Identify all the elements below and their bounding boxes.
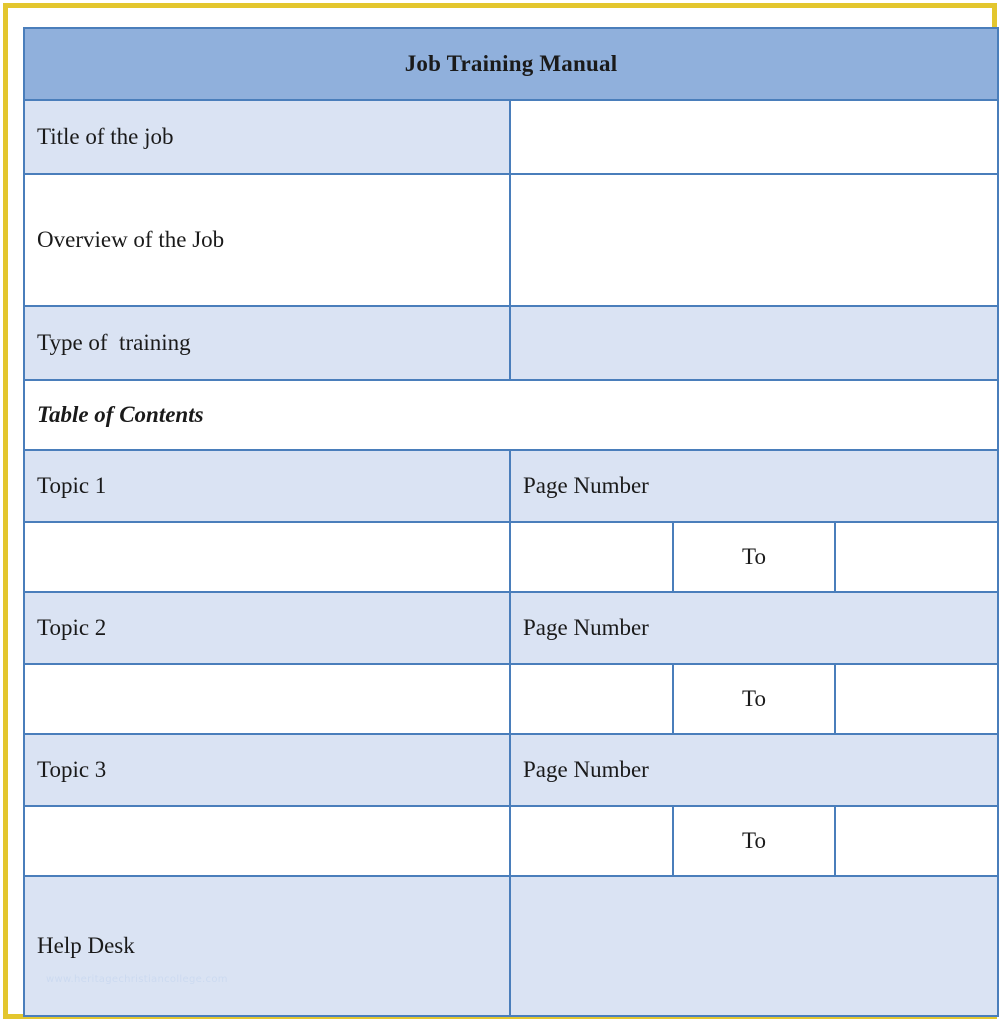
- table-row-topic-1-pages: To: [23, 521, 1000, 593]
- input-topic-3-title[interactable]: [23, 805, 511, 877]
- table-row-topic-3: Topic 3 Page Number: [23, 733, 1000, 807]
- label-topic-1-text: Topic 1: [37, 472, 107, 498]
- page-frame: Job Training Manual Title of the job Ove…: [3, 3, 1000, 1019]
- label-topic-1-to: To: [672, 521, 836, 593]
- table-row-topic-2: Topic 2 Page Number: [23, 591, 1000, 665]
- table-row-topic-3-pages: To: [23, 805, 1000, 877]
- job-training-manual-table: Job Training Manual Title of the job Ove…: [22, 27, 1000, 1017]
- table-row-overview-of-job: Overview of the Job: [23, 173, 1000, 307]
- label-topic-3-to-text: To: [742, 827, 766, 853]
- table-row-type-of-training: Type of training: [23, 305, 1000, 381]
- label-topic-2: Topic 2: [23, 591, 511, 665]
- label-topic-1: Topic 1: [23, 449, 511, 523]
- input-overview-of-job[interactable]: [508, 173, 1000, 307]
- input-topic-3-page-from[interactable]: [509, 805, 674, 877]
- label-type-of-training-text: Type of training: [37, 329, 191, 355]
- toc-heading: Table of Contents: [22, 379, 1000, 451]
- label-topic-1-page-number-text: Page Number: [523, 472, 649, 498]
- label-topic-3-to: To: [672, 805, 836, 877]
- label-topic-1-to-text: To: [742, 543, 766, 569]
- label-title-of-job-text: Title of the job: [37, 123, 174, 149]
- document-title: Job Training Manual: [22, 27, 1000, 101]
- label-topic-3-page-number-text: Page Number: [523, 756, 649, 782]
- table-row-title-of-job: Title of the job: [23, 99, 1000, 175]
- label-help-desk: Help Desk: [23, 875, 511, 1017]
- label-type-of-training: Type of training: [23, 305, 511, 381]
- table-row-topic-1: Topic 1 Page Number: [23, 449, 1000, 523]
- label-title-of-job: Title of the job: [23, 99, 511, 175]
- label-overview-of-job-text: Overview of the Job: [37, 226, 225, 252]
- label-topic-2-to-text: To: [742, 685, 766, 711]
- label-topic-2-to: To: [672, 663, 836, 735]
- label-help-desk-text: Help Desk: [37, 932, 135, 958]
- label-topic-3-page-number: Page Number: [508, 733, 1000, 807]
- table-row-title-banner: Job Training Manual: [22, 27, 1000, 101]
- input-type-of-training[interactable]: [508, 305, 1000, 381]
- table-row-topic-2-pages: To: [23, 663, 1000, 735]
- input-topic-3-page-until[interactable]: [833, 805, 1000, 877]
- label-topic-2-text: Topic 2: [37, 614, 107, 640]
- table-row-toc-heading: Table of Contents: [22, 379, 1000, 451]
- input-topic-1-title[interactable]: [23, 521, 511, 593]
- toc-heading-text: Table of Contents: [37, 401, 204, 427]
- table-row-help-desk: Help Desk: [23, 875, 1000, 1017]
- input-topic-1-page-from[interactable]: [509, 521, 674, 593]
- label-topic-2-page-number-text: Page Number: [523, 614, 649, 640]
- input-help-desk[interactable]: [508, 875, 1000, 1017]
- label-overview-of-job: Overview of the Job: [23, 173, 511, 307]
- input-topic-2-page-until[interactable]: [833, 663, 1000, 735]
- input-title-of-job[interactable]: [508, 99, 1000, 175]
- label-topic-2-page-number: Page Number: [508, 591, 1000, 665]
- label-topic-1-page-number: Page Number: [508, 449, 1000, 523]
- input-topic-2-page-from[interactable]: [509, 663, 674, 735]
- input-topic-2-title[interactable]: [23, 663, 511, 735]
- label-topic-3-text: Topic 3: [37, 756, 107, 782]
- input-topic-1-page-until[interactable]: [833, 521, 1000, 593]
- label-topic-3: Topic 3: [23, 733, 511, 807]
